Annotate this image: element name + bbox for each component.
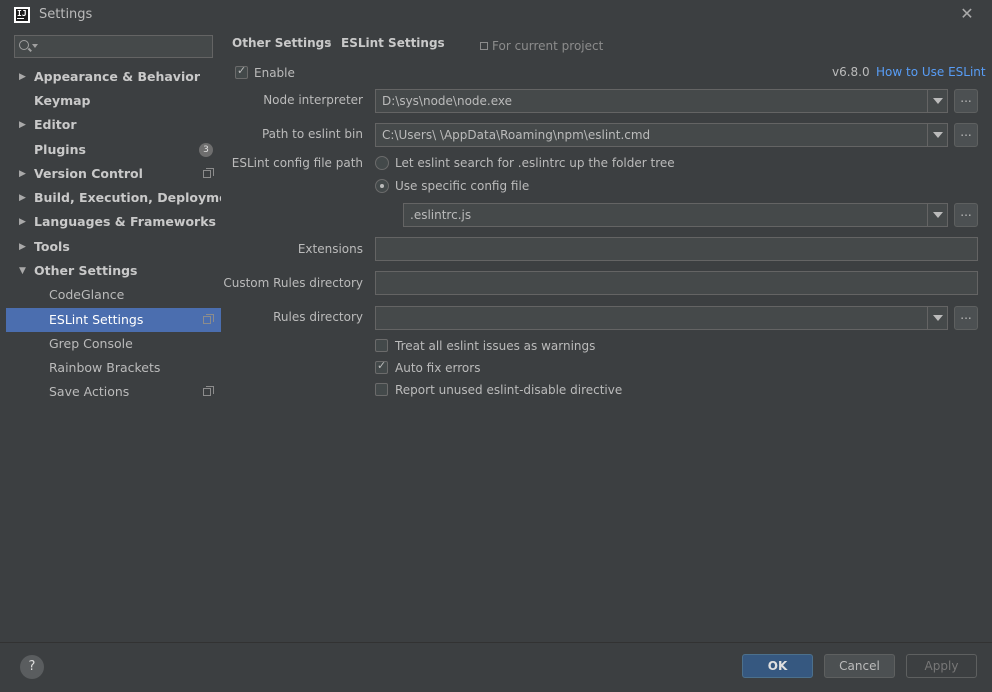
sidebar-item-build-execution-deployment[interactable]: ▶ Build, Execution, Deployment [6,186,242,210]
radio-specific-config[interactable] [375,179,389,193]
sidebar-item-version-control[interactable]: ▶ Version Control [6,162,221,186]
sidebar-item-save-actions[interactable]: Save Actions [6,380,221,404]
sidebar-item-plugins[interactable]: Plugins 3 [6,138,221,162]
expand-arrow-icon[interactable]: ▶ [19,162,26,186]
sidebar-item-languages-frameworks[interactable]: ▶ Languages & Frameworks [6,210,221,234]
breadcrumb-separator: › [327,36,332,50]
ok-button[interactable]: OK [742,654,813,678]
sidebar-item-grep-console[interactable]: Grep Console [6,332,221,356]
sidebar-item-other-settings[interactable]: ▼ Other Settings [6,259,221,283]
eslint-settings-panel: Other Settings › ESLint Settings For cur… [221,30,992,642]
project-scope-icon [203,386,214,396]
sidebar-item-rainbow-brackets[interactable]: Rainbow Brackets [6,356,221,380]
expand-arrow-icon[interactable]: ▶ [19,65,26,89]
expand-arrow-icon[interactable]: ▶ [19,186,26,210]
plugin-updates-badge: 3 [199,143,213,157]
treat-warnings-checkbox[interactable] [375,339,388,352]
enable-checkbox[interactable] [235,64,248,79]
sidebar-item-codeglance[interactable]: CodeGlance [6,283,221,307]
search-icon [19,40,29,50]
sidebar-item-keymap[interactable]: Keymap [6,89,221,113]
project-scope-icon [203,168,214,178]
eslint-version: v6.8.0 [832,65,870,79]
config-path-label: ESLint config file path [231,156,363,170]
config-file-combo[interactable]: .eslintrc.js [403,203,948,227]
auto-fix-label: Auto fix errors [395,361,481,375]
rules-directory-combo[interactable] [375,306,948,330]
dropdown-arrow-icon[interactable] [927,307,947,329]
report-unused-checkbox[interactable] [375,383,388,396]
help-button[interactable]: ? [20,655,44,679]
project-scope-icon [203,314,214,324]
eslint-bin-label: Path to eslint bin [261,127,363,141]
node-interpreter-browse-button[interactable]: ... [954,89,978,113]
radio-search-eslintrc-label: Let eslint search for .eslintrc up the f… [395,156,675,170]
rules-directory-label: Rules directory [273,310,363,324]
collapse-arrow-icon[interactable]: ▼ [19,259,26,283]
search-history-dropdown-icon[interactable] [32,44,38,48]
dropdown-arrow-icon[interactable] [927,124,947,146]
report-unused-label: Report unused eslint-disable directive [395,383,623,397]
project-scope-icon [480,42,488,50]
dialog-footer: ? OK Cancel Apply [0,642,992,692]
expand-arrow-icon[interactable]: ▶ [19,235,26,259]
close-icon[interactable]: ✕ [958,4,976,24]
sidebar-item-eslint-settings[interactable]: ESLint Settings [6,308,221,332]
breadcrumb-current: ESLint Settings [341,36,445,50]
rules-directory-browse-button[interactable]: ... [954,306,978,330]
radio-search-eslintrc[interactable] [375,156,389,170]
node-interpreter-label: Node interpreter [263,93,363,107]
breadcrumb-parent[interactable]: Other Settings [232,36,331,50]
title-bar: IJ Settings ✕ [0,0,992,30]
radio-specific-config-label: Use specific config file [395,179,530,193]
how-to-use-link[interactable]: How to Use ESLint [876,65,986,79]
treat-warnings-label: Treat all eslint issues as warnings [395,339,596,353]
cancel-button[interactable]: Cancel [824,654,895,678]
sidebar-item-tools[interactable]: ▶ Tools [6,235,221,259]
dropdown-arrow-icon[interactable] [927,204,947,226]
config-file-browse-button[interactable]: ... [954,203,978,227]
eslint-bin-browse-button[interactable]: ... [954,123,978,147]
sidebar-item-appearance-behavior[interactable]: ▶ Appearance & Behavior [6,65,221,89]
scope-label: For current project [492,39,604,53]
eslint-bin-combo[interactable]: C:\Users\ \AppData\Roaming\npm\eslint.cm… [375,123,948,147]
auto-fix-checkbox[interactable] [375,359,388,374]
custom-rules-input[interactable] [375,271,978,295]
custom-rules-label: Custom Rules directory [223,276,363,290]
node-interpreter-combo[interactable]: D:\sys\node\node.exe [375,89,948,113]
settings-sidebar: ▶ Appearance & Behavior Keymap ▶ Editor … [6,30,242,642]
window-title: Settings [39,7,93,22]
intellij-logo-icon: IJ [14,7,30,23]
expand-arrow-icon[interactable]: ▶ [19,113,26,137]
extensions-input[interactable] [375,237,978,261]
extensions-label: Extensions [297,242,363,256]
enable-label: Enable [254,66,295,80]
apply-button[interactable]: Apply [906,654,977,678]
dropdown-arrow-icon[interactable] [927,90,947,112]
expand-arrow-icon[interactable]: ▶ [19,210,26,234]
settings-search-input[interactable] [14,35,213,58]
sidebar-item-editor[interactable]: ▶ Editor [6,113,221,137]
